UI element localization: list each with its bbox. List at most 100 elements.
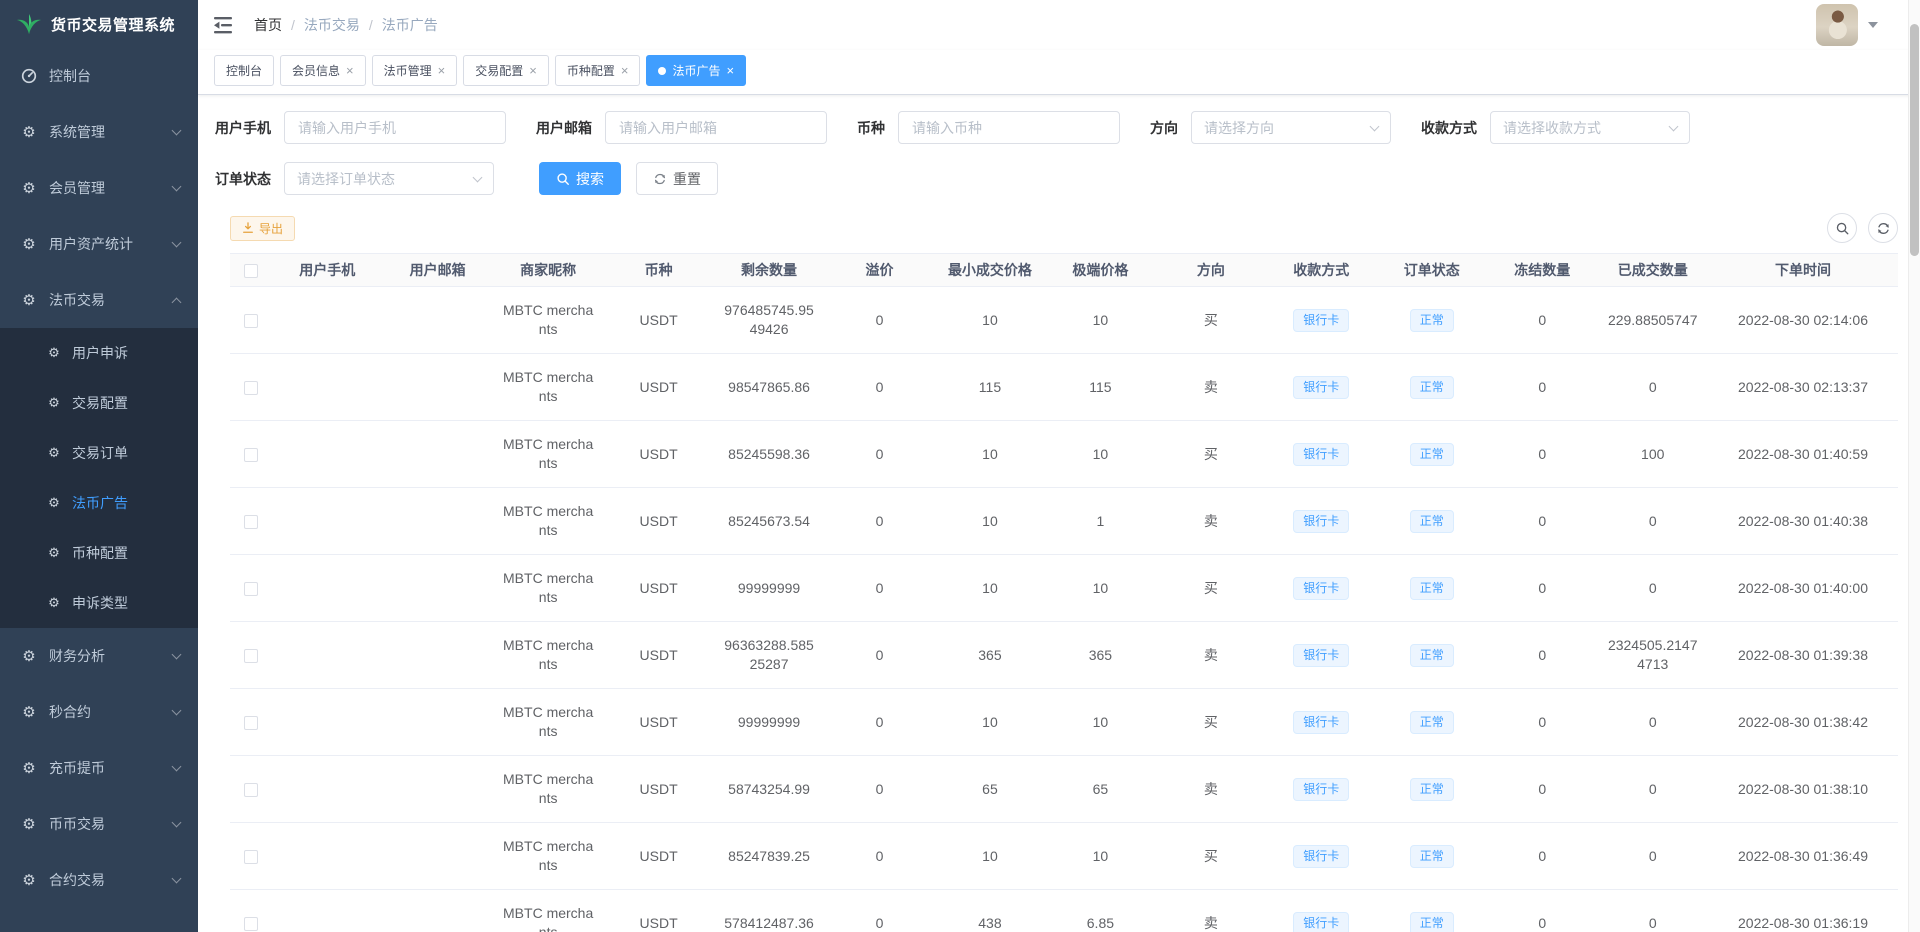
pay-method-badge: 银行卡 xyxy=(1293,309,1349,332)
sidebar-subitem-4-2[interactable]: ⚙交易订单 xyxy=(0,428,198,478)
cell-coin: USDT xyxy=(603,287,713,354)
row-checkbox[interactable] xyxy=(244,582,258,596)
row-checkbox[interactable] xyxy=(244,381,258,395)
tab-close-icon[interactable]: × xyxy=(621,64,629,77)
cell-filled-amount: 100 xyxy=(1597,421,1708,488)
cell-remaining-amount: 58743254.99 xyxy=(714,756,824,823)
sidebar-item-label: 币币交易 xyxy=(49,814,105,834)
scrollbar-thumb[interactable] xyxy=(1910,24,1919,256)
sidebar-item-6[interactable]: ⚙秒合约 xyxy=(0,684,198,740)
tab-1[interactable]: 会员信息× xyxy=(280,55,366,86)
column-header-11: 冻结数量 xyxy=(1487,254,1597,287)
cell-user-phone xyxy=(272,756,382,823)
tab-label: 币种配置 xyxy=(567,62,615,79)
sidebar-menu: 控制台⚙系统管理⚙会员管理⚙用户资产统计⚙法币交易⚙用户申诉⚙交易配置⚙交易订单… xyxy=(0,48,198,908)
sidebar-item-5[interactable]: ⚙财务分析 xyxy=(0,628,198,684)
gear-icon: ⚙ xyxy=(20,179,38,197)
tab-2[interactable]: 法币管理× xyxy=(372,55,458,86)
chevron-down-icon xyxy=(1669,121,1679,131)
row-checkbox[interactable] xyxy=(244,515,258,529)
tab-3[interactable]: 交易配置× xyxy=(463,55,549,86)
table-refresh-button[interactable] xyxy=(1868,213,1898,243)
cell-extreme-price: 365 xyxy=(1045,622,1155,689)
sidebar-toggle-icon[interactable] xyxy=(214,16,236,34)
table-row-6: MBTC merchantsUSDT9999999901010买银行卡正常002… xyxy=(230,689,1898,756)
sidebar-item-0[interactable]: 控制台 xyxy=(0,48,198,104)
row-checkbox[interactable] xyxy=(244,448,258,462)
cell-pay-method: 银行卡 xyxy=(1266,756,1376,823)
table-search-button[interactable] xyxy=(1827,213,1857,243)
user-avatar[interactable] xyxy=(1816,4,1858,46)
breadcrumb-section[interactable]: 法币交易 xyxy=(304,15,360,35)
tab-close-icon[interactable]: × xyxy=(346,64,354,77)
cell-premium: 0 xyxy=(824,555,934,622)
sidebar-subitem-4-5[interactable]: ⚙申诉类型 xyxy=(0,578,198,628)
user-email-input[interactable] xyxy=(605,111,827,144)
cell-filled-amount: 0 xyxy=(1597,756,1708,823)
sidebar-subitem-label: 申诉类型 xyxy=(72,593,128,613)
cell-frozen-amount: 0 xyxy=(1487,622,1597,689)
column-header-1: 用户邮箱 xyxy=(382,254,492,287)
sidebar-item-7[interactable]: ⚙充币提币 xyxy=(0,740,198,796)
filter-group-pay-method: 收款方式 请选择收款方式 xyxy=(1421,111,1690,144)
chevron-down-icon xyxy=(172,125,182,135)
row-checkbox[interactable] xyxy=(244,783,258,797)
row-checkbox[interactable] xyxy=(244,649,258,663)
sidebar-subitem-4-0[interactable]: ⚙用户申诉 xyxy=(0,328,198,378)
tab-close-icon[interactable]: × xyxy=(726,64,734,77)
page-scrollbar[interactable] xyxy=(1908,0,1920,932)
row-checkbox[interactable] xyxy=(244,314,258,328)
cell-user-phone xyxy=(272,287,382,354)
dashboard-icon xyxy=(20,68,38,84)
row-checkbox[interactable] xyxy=(244,716,258,730)
cell-filled-amount: 2324505.21474713 xyxy=(1597,622,1708,689)
breadcrumb-home[interactable]: 首页 xyxy=(254,15,282,35)
direction-select[interactable]: 请选择方向 xyxy=(1191,111,1391,144)
pay-method-select[interactable]: 请选择收款方式 xyxy=(1490,111,1690,144)
cell-user-email xyxy=(382,823,492,890)
sidebar-item-2[interactable]: ⚙会员管理 xyxy=(0,160,198,216)
column-header-9: 收款方式 xyxy=(1266,254,1376,287)
order-status-select[interactable]: 请选择订单状态 xyxy=(284,162,494,195)
select-all-checkbox[interactable] xyxy=(244,264,258,278)
cell-remaining-amount: 578412487.36 xyxy=(714,890,824,932)
sidebar-subitem-4-1[interactable]: ⚙交易配置 xyxy=(0,378,198,428)
cell-coin: USDT xyxy=(603,689,713,756)
cell-user-phone xyxy=(272,354,382,421)
chevron-down-icon xyxy=(1370,121,1380,131)
gear-icon: ⚙ xyxy=(46,345,62,361)
user-phone-input[interactable] xyxy=(284,111,506,144)
sidebar-item-9[interactable]: ⚙合约交易 xyxy=(0,852,198,908)
row-checkbox[interactable] xyxy=(244,850,258,864)
export-button[interactable]: 导出 xyxy=(230,216,295,241)
tab-4[interactable]: 币种配置 × xyxy=(555,55,641,86)
sidebar-item-8[interactable]: ⚙币币交易 xyxy=(0,796,198,852)
sidebar-subitem-label: 币种配置 xyxy=(72,543,128,563)
cell-premium: 0 xyxy=(824,823,934,890)
sidebar-subitem-4-4[interactable]: ⚙币种配置 xyxy=(0,528,198,578)
sidebar-subitem-4-3[interactable]: ⚙法币广告 xyxy=(0,478,198,528)
tab-5[interactable]: 法币广告 × xyxy=(646,55,746,86)
cell-direction: 卖 xyxy=(1156,622,1266,689)
cell-filled-amount: 0 xyxy=(1597,555,1708,622)
tab-close-icon[interactable]: × xyxy=(438,64,446,77)
row-checkbox[interactable] xyxy=(244,917,258,931)
tab-label: 法币广告 xyxy=(672,62,720,79)
cell-remaining-amount: 99999999 xyxy=(714,555,824,622)
reset-button[interactable]: 重置 xyxy=(636,162,718,195)
cell-user-email xyxy=(382,689,492,756)
coin-input[interactable] xyxy=(898,111,1120,144)
search-button[interactable]: 搜索 xyxy=(539,162,621,195)
tab-0[interactable]: 控制台 xyxy=(214,55,274,86)
cell-min-price: 10 xyxy=(935,689,1045,756)
search-icon xyxy=(556,172,570,186)
sidebar-item-1[interactable]: ⚙系统管理 xyxy=(0,104,198,160)
sidebar-item-3[interactable]: ⚙用户资产统计 xyxy=(0,216,198,272)
tab-close-icon[interactable]: × xyxy=(529,64,537,77)
breadcrumb: 首页 / 法币交易 / 法币广告 xyxy=(254,15,438,35)
user-menu-caret-icon[interactable] xyxy=(1868,22,1878,28)
cell-pay-method: 银行卡 xyxy=(1266,622,1376,689)
sidebar-item-4[interactable]: ⚙法币交易 xyxy=(0,272,198,328)
pay-method-badge: 银行卡 xyxy=(1293,577,1349,600)
cell-premium: 0 xyxy=(824,756,934,823)
